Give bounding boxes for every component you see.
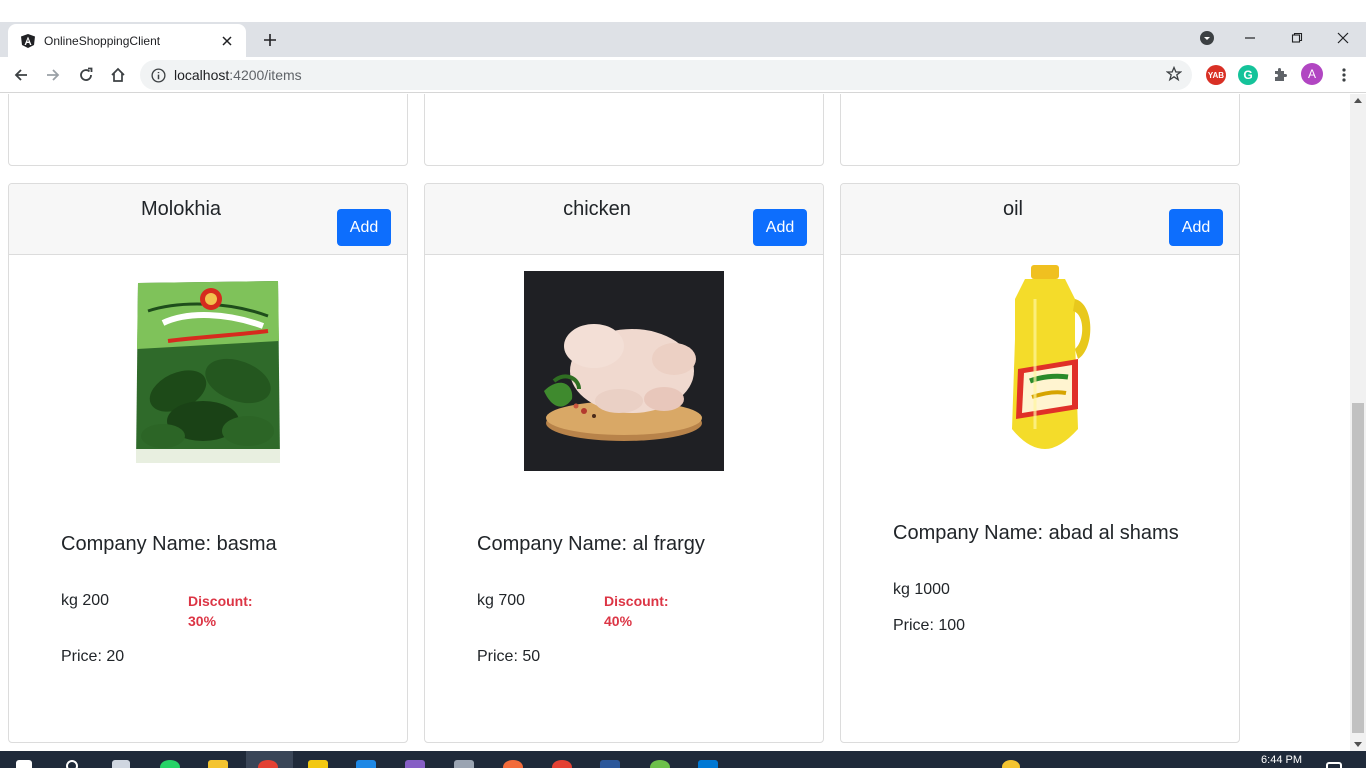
new-tab-button[interactable] xyxy=(258,28,282,52)
address-bar[interactable]: localhost:4200/items xyxy=(140,60,1192,90)
yab-extension-icon[interactable]: YAB xyxy=(1206,65,1226,85)
chrome-icon[interactable] xyxy=(258,760,278,768)
visual-studio-icon[interactable] xyxy=(405,760,425,768)
browser-toolbar: localhost:4200/items YAB G A xyxy=(0,57,1366,93)
quantity: kg 200 xyxy=(61,592,110,609)
company-name: Company Name: basma xyxy=(61,533,277,555)
chicken-image xyxy=(524,271,724,471)
product-card-chicken: chicken Add Company Name: al frargy kg 7 xyxy=(424,183,824,743)
product-name: chicken xyxy=(563,198,631,220)
chrome-icon-2[interactable] xyxy=(552,760,572,768)
price: Price: 100 xyxy=(893,617,966,634)
company-name: Company Name: abad al shams xyxy=(893,522,1179,544)
close-tab-icon[interactable] xyxy=(218,32,236,50)
discount-label: Discount: 40% xyxy=(604,593,669,629)
app-icon-2[interactable] xyxy=(650,760,670,768)
task-view-icon[interactable] xyxy=(112,760,130,768)
card-header: oil Add xyxy=(841,184,1239,255)
word-icon[interactable] xyxy=(600,760,620,768)
tab-title: OnlineShoppingClient xyxy=(44,33,161,48)
product-card-partial xyxy=(424,94,824,166)
home-icon[interactable] xyxy=(105,62,131,88)
app-icon[interactable] xyxy=(454,760,474,768)
card-header: Molokhia Add xyxy=(9,184,407,255)
browser-tab-active[interactable]: OnlineShoppingClient xyxy=(8,24,246,57)
minimize-icon[interactable] xyxy=(1236,26,1264,50)
postman-icon[interactable] xyxy=(503,760,523,768)
product-name: Molokhia xyxy=(140,198,222,220)
extensions-puzzle-icon[interactable] xyxy=(1270,65,1290,85)
company-name: Company Name: al frargy xyxy=(477,533,705,555)
discount-label: Discount: 30% xyxy=(188,593,253,629)
close-window-icon[interactable] xyxy=(1329,26,1357,50)
taskbar-clock[interactable]: 6:44 PM xyxy=(1261,754,1302,766)
product-name: oil xyxy=(1002,198,1023,220)
bookmark-star-icon[interactable] xyxy=(1165,65,1184,84)
grammarly-extension-icon[interactable]: G xyxy=(1238,65,1258,85)
app-icon-3[interactable] xyxy=(698,760,718,768)
angular-icon xyxy=(20,33,36,49)
oil-bottle-image xyxy=(940,259,1140,459)
card-header: chicken Add xyxy=(425,184,823,255)
scrollbar-thumb[interactable] xyxy=(1352,403,1364,733)
molokhia-package-image xyxy=(108,271,308,471)
file-explorer-icon[interactable] xyxy=(208,760,228,768)
add-to-cart-button[interactable]: Add xyxy=(337,209,391,246)
page-viewport: Molokhia Add Company Name: basma kg 200 … xyxy=(0,94,1350,751)
site-info-icon[interactable] xyxy=(150,67,166,83)
forward-arrow-icon[interactable] xyxy=(40,62,66,88)
search-icon[interactable] xyxy=(66,760,78,768)
windows-taskbar: 6:44 PM xyxy=(0,751,1366,768)
quantity: kg 700 xyxy=(477,592,526,609)
weather-icon[interactable] xyxy=(1002,760,1020,768)
scroll-up-arrow-icon[interactable] xyxy=(1354,98,1362,103)
url-path: :4200/items xyxy=(229,67,302,83)
reload-icon[interactable] xyxy=(73,62,99,88)
add-to-cart-button[interactable]: Add xyxy=(753,209,807,246)
windows-start-icon[interactable] xyxy=(16,760,32,768)
vscode-icon[interactable] xyxy=(356,760,376,768)
product-card-oil: oil Add Company Name: abad al shams kg 1… xyxy=(840,183,1240,743)
quantity: kg 1000 xyxy=(893,581,950,598)
add-to-cart-button[interactable]: Add xyxy=(1169,209,1223,246)
price: Price: 50 xyxy=(477,648,541,665)
back-arrow-icon[interactable] xyxy=(8,62,34,88)
product-card-molokhia: Molokhia Add Company Name: basma kg 200 … xyxy=(8,183,408,743)
tab-strip: OnlineShoppingClient xyxy=(0,22,1366,57)
whatsapp-icon[interactable] xyxy=(160,760,180,768)
tab-search-icon[interactable] xyxy=(1193,26,1221,50)
price: Price: 20 xyxy=(61,648,125,665)
restore-icon[interactable] xyxy=(1283,26,1311,50)
vertical-scrollbar[interactable] xyxy=(1350,94,1366,751)
url-host: localhost xyxy=(174,67,230,83)
powerbi-icon[interactable] xyxy=(308,760,328,768)
scroll-down-arrow-icon[interactable] xyxy=(1354,742,1362,747)
product-card-partial xyxy=(8,94,408,166)
profile-avatar[interactable]: A xyxy=(1301,63,1323,85)
window-title-bar xyxy=(0,0,1366,22)
chrome-menu-icon[interactable] xyxy=(1334,65,1354,85)
product-card-partial xyxy=(840,94,1240,166)
notification-icon[interactable] xyxy=(1326,762,1342,768)
